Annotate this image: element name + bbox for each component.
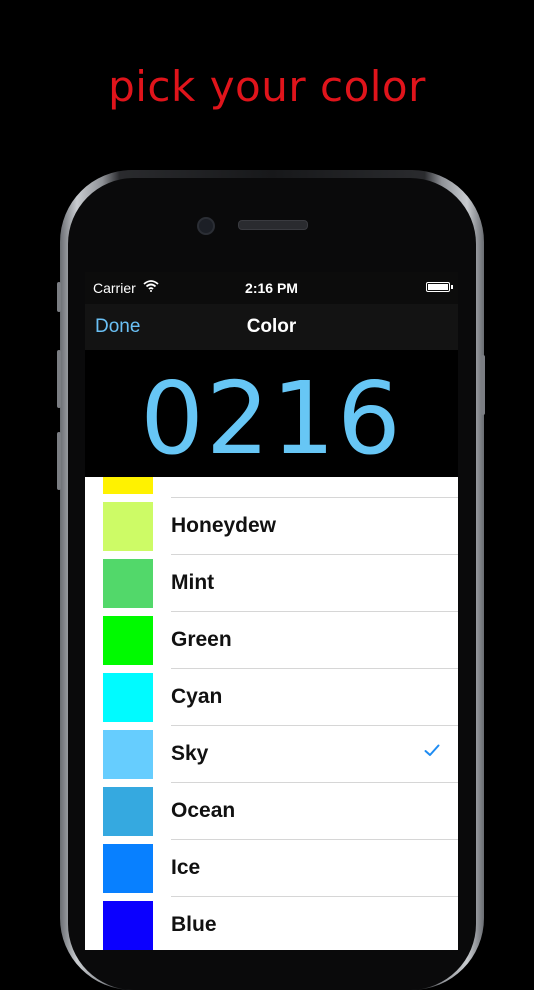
volume-button-side <box>57 432 61 490</box>
color-swatch <box>103 901 153 950</box>
color-swatch <box>103 502 153 551</box>
color-label: Honeydew <box>171 514 277 537</box>
nav-title: Color <box>246 316 297 337</box>
color-row-yellow[interactable] <box>85 477 458 498</box>
clock-preview: 0216 <box>85 350 458 477</box>
color-swatch <box>103 559 153 608</box>
volume-button-up <box>57 282 61 312</box>
status-time: 2:16 PM <box>245 280 298 296</box>
color-row-green[interactable]: Green <box>85 612 458 669</box>
status-bar: Carrier 2:16 PM <box>85 272 458 304</box>
color-swatch <box>103 477 153 494</box>
color-label: Green <box>171 628 232 651</box>
navigation-bar: Done Color <box>85 304 458 351</box>
color-swatch <box>103 673 153 722</box>
color-row-ocean[interactable]: Ocean <box>85 783 458 840</box>
color-row-cyan[interactable]: Cyan <box>85 669 458 726</box>
camera-icon <box>197 217 215 235</box>
color-swatch <box>103 844 153 893</box>
power-button <box>481 355 485 415</box>
color-label: Ocean <box>171 799 236 822</box>
color-row-sky[interactable]: Sky <box>85 726 458 783</box>
color-row-ice[interactable]: Ice <box>85 840 458 897</box>
volume-button-down <box>57 350 61 408</box>
color-row-mint[interactable]: Mint <box>85 555 458 612</box>
color-label: Blue <box>171 913 217 936</box>
phone-screen: Carrier 2:16 PM Done Color 0216 Honeydew <box>85 272 458 950</box>
color-row-honeydew[interactable]: Honeydew <box>85 498 458 555</box>
headline: pick your color <box>108 62 426 111</box>
color-list: Honeydew Mint Green Cyan Sky Ocean Ice B… <box>85 477 458 950</box>
color-row-blue[interactable]: Blue <box>85 897 458 950</box>
clock-display: 0216 <box>140 360 403 477</box>
color-label: Mint <box>171 571 215 594</box>
color-swatch <box>103 616 153 665</box>
speaker-grille <box>238 220 308 230</box>
color-swatch <box>103 787 153 836</box>
color-label: Cyan <box>171 685 223 708</box>
color-label: Ice <box>171 856 201 879</box>
battery-icon <box>426 282 453 292</box>
color-swatch <box>103 730 153 779</box>
color-label: Sky <box>171 742 209 765</box>
checkmark-icon <box>424 744 440 762</box>
